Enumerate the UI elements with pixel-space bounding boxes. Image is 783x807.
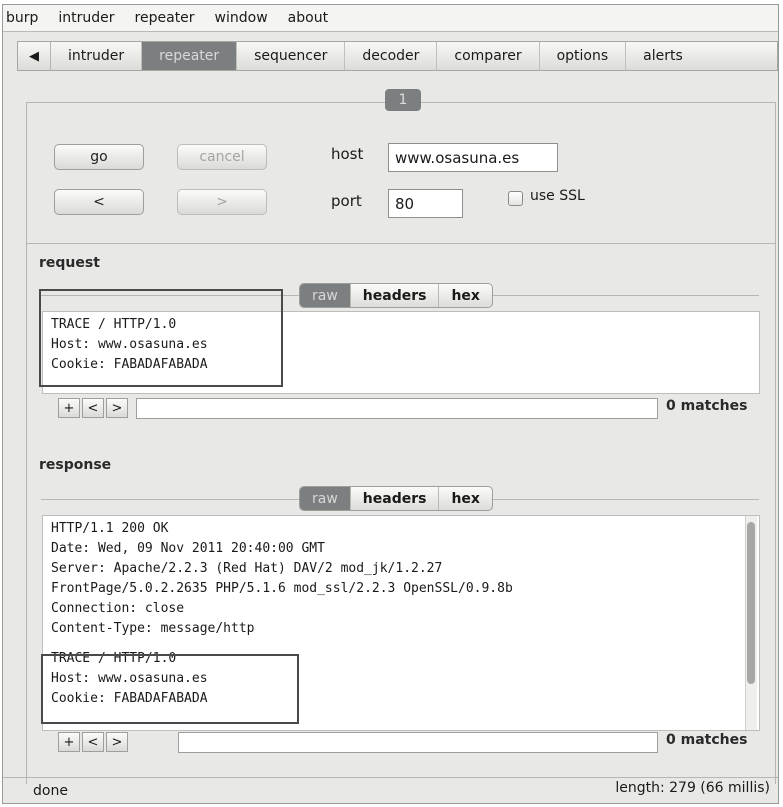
- repeater-subtab-1[interactable]: 1: [385, 89, 421, 111]
- request-title: request: [39, 255, 100, 271]
- menu-intruder[interactable]: intruder: [48, 10, 124, 26]
- host-label: host: [331, 145, 364, 163]
- response-line: Date: Wed, 09 Nov 2011 20:40:00 GMT: [51, 541, 325, 556]
- menu-window[interactable]: window: [205, 10, 278, 26]
- response-title: response: [39, 457, 112, 473]
- tool-tab-bar: ◀ intruder repeater sequencer decoder co…: [17, 41, 778, 71]
- menu-about[interactable]: about: [278, 10, 338, 26]
- response-search-prev-button[interactable]: <: [82, 732, 104, 752]
- tab-alerts[interactable]: alerts: [626, 42, 700, 70]
- request-hex-tab[interactable]: hex: [439, 284, 492, 307]
- next-request-button[interactable]: >: [177, 189, 267, 215]
- response-raw-tab[interactable]: raw: [300, 487, 351, 510]
- response-scroll-thumb[interactable]: [747, 522, 755, 684]
- response-length-info: length: 279 (66 millis): [615, 780, 770, 796]
- menu-bar: burp intruder repeater window about: [3, 5, 778, 32]
- request-view-switch: raw headers hex: [299, 283, 493, 308]
- port-label: port: [331, 192, 362, 210]
- cancel-button[interactable]: cancel: [177, 144, 267, 170]
- response-search-input[interactable]: [178, 732, 658, 753]
- response-line: HTTP/1.1 200 OK: [51, 521, 169, 536]
- response-search-bar: + < > 0 matches: [42, 732, 762, 753]
- request-headers-tab[interactable]: headers: [351, 284, 440, 307]
- request-search-prev-button[interactable]: <: [82, 398, 104, 418]
- request-search-bar: + < > 0 matches: [42, 398, 762, 419]
- menu-burp[interactable]: burp: [3, 10, 48, 26]
- status-text: done: [33, 783, 68, 799]
- response-highlight-box: [41, 654, 299, 724]
- use-ssl-checkbox[interactable]: [508, 191, 523, 206]
- use-ssl-label: use SSL: [530, 188, 585, 204]
- response-line: Server: Apache/2.2.3 (Red Hat) DAV/2 mod…: [51, 561, 443, 576]
- response-hex-tab[interactable]: hex: [439, 487, 492, 510]
- response-scrollbar[interactable]: [745, 516, 757, 730]
- previous-request-button[interactable]: <: [54, 189, 144, 215]
- response-line: Connection: close: [51, 601, 185, 616]
- response-match-count: 0 matches: [666, 732, 748, 748]
- request-raw-tab[interactable]: raw: [300, 284, 351, 307]
- response-search-next-button[interactable]: >: [106, 732, 128, 752]
- request-search-next-button[interactable]: >: [106, 398, 128, 418]
- divider: [27, 243, 775, 244]
- tab-intruder[interactable]: intruder: [51, 42, 143, 70]
- request-search-add-button[interactable]: +: [58, 398, 80, 418]
- status-bar: done length: 279 (66 millis): [3, 777, 778, 804]
- request-search-input[interactable]: [136, 398, 658, 419]
- request-match-count: 0 matches: [666, 398, 748, 414]
- tab-sequencer[interactable]: sequencer: [237, 42, 346, 70]
- host-input[interactable]: www.osasuna.es: [388, 143, 558, 172]
- response-view-switch: raw headers hex: [299, 486, 493, 511]
- response-headers-tab[interactable]: headers: [351, 487, 440, 510]
- go-button[interactable]: go: [54, 144, 144, 170]
- port-input[interactable]: 80: [388, 189, 463, 218]
- request-highlight-box: [39, 289, 283, 387]
- response-line: [51, 639, 751, 649]
- burp-window: burp intruder repeater window about ◀ in…: [2, 4, 779, 804]
- tab-scroll-left-icon[interactable]: ◀: [18, 42, 51, 70]
- tab-repeater[interactable]: repeater: [142, 42, 238, 70]
- tab-options[interactable]: options: [540, 42, 627, 70]
- response-search-add-button[interactable]: +: [58, 732, 80, 752]
- tab-decoder[interactable]: decoder: [345, 42, 438, 70]
- response-line: FrontPage/5.0.2.2635 PHP/5.1.6 mod_ssl/2…: [51, 581, 513, 596]
- response-line: Content-Type: message/http: [51, 621, 255, 636]
- menu-repeater[interactable]: repeater: [125, 10, 205, 26]
- tab-comparer[interactable]: comparer: [437, 42, 540, 70]
